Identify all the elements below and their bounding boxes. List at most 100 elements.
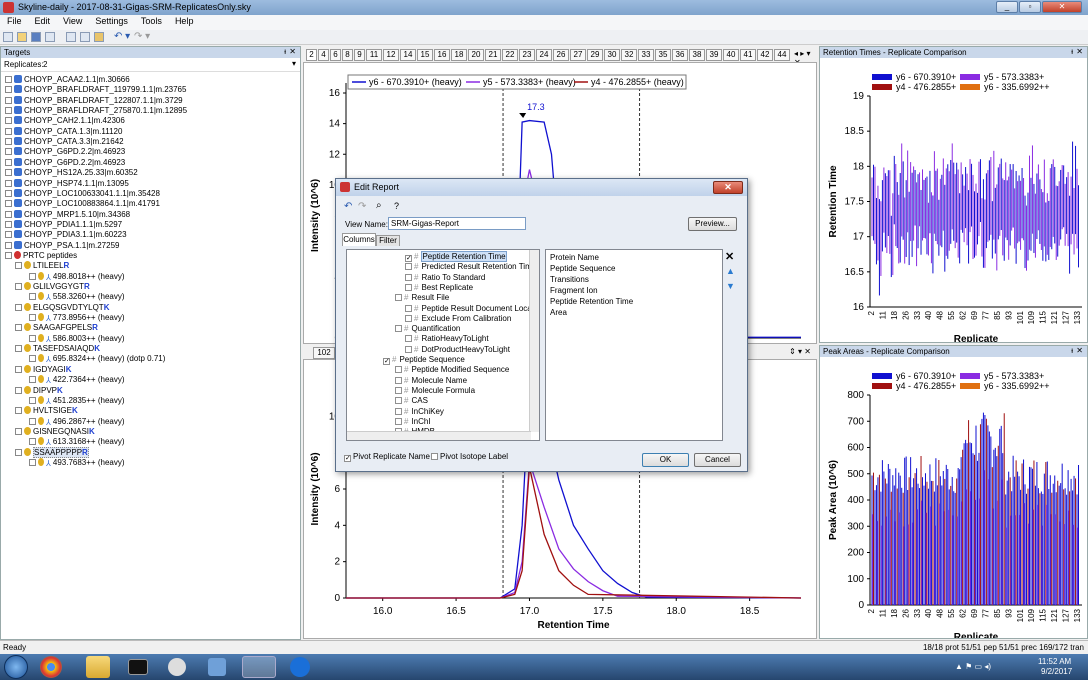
column-tree-item[interactable]: # InChI [395,417,431,427]
protein-node[interactable]: CHOYP_LOC100633041.1.1|m.35428 [5,188,160,199]
copy-icon[interactable] [80,32,90,42]
precursor-node[interactable]: ⅄ 773.8956++ (heavy) [29,313,125,323]
checkbox-unchecked[interactable] [395,417,402,425]
remove-column-icon[interactable]: ✕ [725,250,734,263]
panel-close-icon[interactable]: ✕ [1076,47,1083,56]
checkbox-checked[interactable]: ✓ [405,255,412,262]
expand-icon[interactable] [29,334,36,342]
expand-icon[interactable] [5,200,12,208]
clock-time[interactable]: 11:52 AM [1038,657,1071,666]
tab-replicate-9[interactable]: 9 [354,49,365,61]
help-icon[interactable]: ? [394,201,399,211]
pin-icon[interactable]: ᵼ [284,47,286,56]
peptide-group-node[interactable]: PRTC peptides [5,250,77,261]
chrome-icon[interactable] [40,656,62,678]
protein-node[interactable]: CHOYP_MRP1.5.10|m.34368 [5,209,130,220]
checkbox-unchecked[interactable] [395,294,402,302]
precursor-node[interactable]: ⅄ 422.7364++ (heavy) [29,375,125,385]
column-tree-item[interactable]: # DotProductHeavyToLight [405,345,510,355]
expand-icon[interactable] [5,96,12,104]
minimize-button[interactable]: _ [996,1,1018,13]
preview-button[interactable]: Preview... [688,217,737,231]
collapse-icon[interactable] [15,303,22,311]
checkbox-unchecked[interactable] [405,335,412,343]
collapse-icon[interactable] [15,407,22,415]
view-name-input[interactable] [388,217,526,230]
column-tree-item[interactable]: # Best Replicate [405,283,473,293]
expand-icon[interactable] [5,169,12,177]
tab-replicate-12[interactable]: 12 [383,49,399,61]
tab-replicate-4[interactable]: 4 [318,49,329,61]
protein-node[interactable]: CHOYP_CATA.3.3|m.21642 [5,137,124,147]
tab-replicate-14[interactable]: 14 [400,49,416,61]
tab-replicate-42[interactable]: 42 [757,49,773,61]
expand-icon[interactable] [29,396,36,404]
terminal-icon[interactable] [128,659,148,675]
precursor-node[interactable]: ⅄ 493.7683++ (heavy) [29,457,125,468]
chevron-down-icon[interactable]: ▾ [292,59,296,68]
protein-node[interactable]: CHOYP_PDIA3.1.1|m.60223 [5,230,127,240]
protein-node[interactable]: CHOYP_CAH2.1.1|m.42306 [5,116,125,126]
tab-filter[interactable]: Filter [376,235,400,246]
selected-column-item[interactable]: Transitions [550,275,589,285]
open-icon[interactable] [17,32,27,42]
tab-replicate-20[interactable]: 20 [468,49,484,61]
selected-columns-list[interactable]: Protein Name Peptide Sequence Transitions F… [545,249,723,441]
protein-node[interactable]: CHOYP_ACAA2.1.1|m.30666 [5,75,130,85]
peptide-node[interactable]: GISNEGQNASIK [15,426,95,437]
tab-replicate-38[interactable]: 38 [689,49,705,61]
find-icon[interactable]: ⌕ [376,200,382,211]
protein-node[interactable]: CHOYP_PDIA1.1.1|m.5297 [5,219,122,230]
column-tree-item[interactable]: # CAS [395,396,428,406]
tab-replicate-30[interactable]: 30 [604,49,620,61]
checkbox-unchecked[interactable] [395,376,402,384]
checkbox-unchecked[interactable] [405,283,412,291]
column-tree-item[interactable]: # Result File [395,293,449,303]
peptide-node[interactable]: DIPVPK [15,385,63,396]
pin-icon[interactable]: ᵼ [1071,47,1073,56]
expand-icon[interactable] [5,148,12,156]
column-tree-item[interactable]: # Exclude From Calibration [405,314,511,324]
menu-tools[interactable]: Tools [134,15,168,26]
menu-view[interactable]: View [56,15,88,26]
collapse-icon[interactable] [15,345,22,353]
expand-icon[interactable] [29,314,36,322]
precursor-node[interactable]: ⅄ 695.8324++ (heavy) (dotp 0.71) [29,354,165,364]
menu-help[interactable]: Help [168,15,200,26]
expand-icon[interactable] [5,117,12,125]
skyline-task-icon[interactable] [242,656,276,678]
tab-replicate-6[interactable]: 6 [330,49,341,61]
column-tree-item[interactable]: # RatioHeavyToLight [405,334,489,344]
tab-replicate-35[interactable]: 35 [655,49,671,61]
pivot-isotope-checkbox[interactable]: Pivot Isotope Label [431,452,508,461]
horizontal-scrollbar[interactable] [347,431,531,440]
checkbox-unchecked[interactable] [405,263,412,271]
undo-icon[interactable]: ↶ [344,201,352,212]
column-tree-item[interactable]: # Quantification [395,324,460,334]
tab-replicate-29[interactable]: 29 [587,49,603,61]
expand-icon[interactable] [5,107,12,115]
expand-icon[interactable] [5,86,12,94]
checkbox-unchecked[interactable] [405,314,412,322]
tab-replicate-2[interactable]: 2 [306,49,317,61]
checkbox-unchecked[interactable] [405,345,412,353]
precursor-node[interactable]: ⅄ 613.3168++ (heavy) [29,437,125,447]
redo-icon[interactable]: ↷ [358,201,366,212]
protein-node[interactable]: CHOYP_BRAFLDRAFT_122807.1.1|m.3729 [5,95,183,106]
expand-icon[interactable] [5,138,12,146]
collapse-icon[interactable] [5,251,12,259]
expand-icon[interactable] [5,179,12,187]
checkbox-unchecked[interactable] [395,386,402,394]
start-button[interactable] [4,655,28,679]
peptide-node[interactable]: TASEFDSAIAQDK [15,344,100,354]
peptide-node[interactable]: SSAAPPPPPR [15,446,89,458]
tab-replicate-21[interactable]: 21 [485,49,501,61]
pane-controls[interactable]: ⇕ ▾ ✕ [789,347,811,356]
collapse-icon[interactable] [15,365,22,373]
tab-replicate-32[interactable]: 32 [621,49,637,61]
tab-replicate-8[interactable]: 8 [342,49,353,61]
protein-node[interactable]: CHOYP_G6PD.2.2|m.46923 [5,157,125,168]
close-button[interactable]: ✕ [1042,1,1082,13]
tab-replicate-18[interactable]: 18 [451,49,467,61]
protein-node[interactable]: CHOYP_CATA.1.3|m.11120 [5,126,122,137]
